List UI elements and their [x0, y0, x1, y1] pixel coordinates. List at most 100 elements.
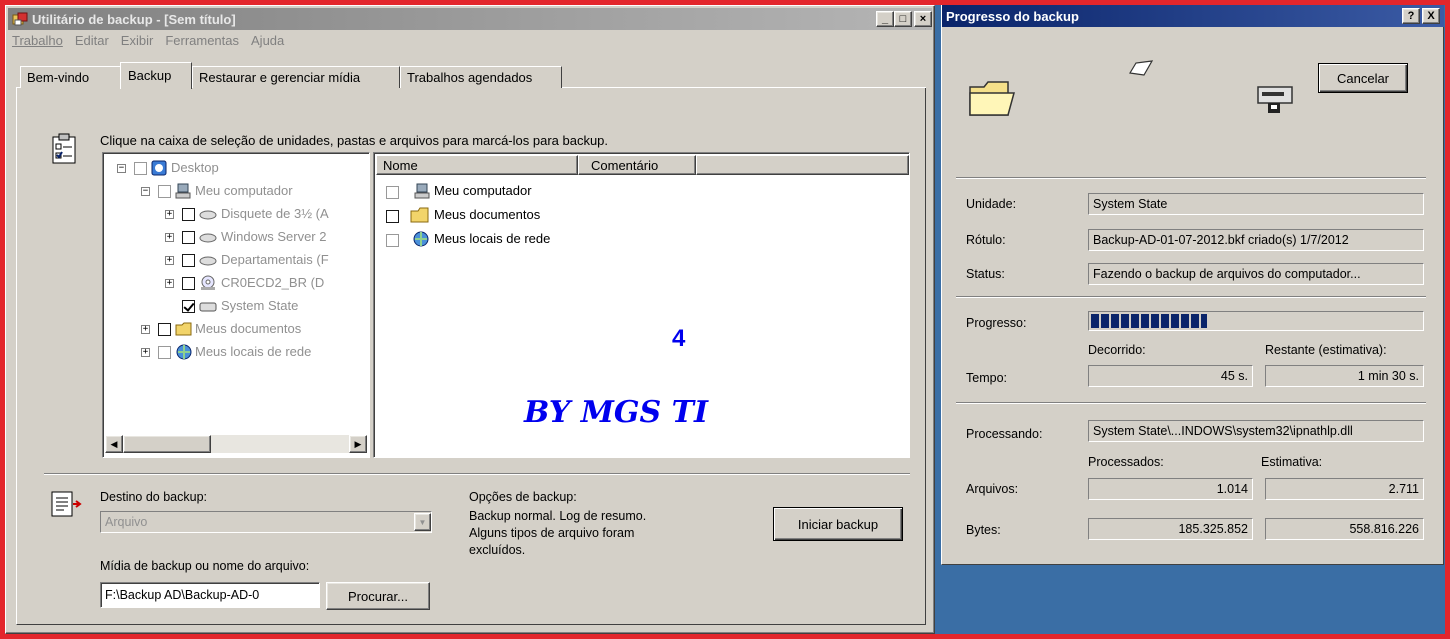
tab-restaurar[interactable]: Restaurar e gerenciar mídia: [192, 66, 400, 88]
tree-checkbox[interactable]: [134, 162, 147, 175]
backup-checklist-icon: [50, 133, 78, 168]
folder-tree-pane[interactable]: − Desktop − Meu computador + Disquete de…: [102, 152, 370, 458]
file-list-pane[interactable]: Nome Comentário Meu computador Meus docu…: [373, 152, 910, 458]
options-text-line2: Alguns tipos de arquivo foram: [469, 526, 635, 540]
tree-checkbox[interactable]: [158, 185, 171, 198]
browse-button[interactable]: Procurar...: [326, 582, 430, 610]
list-checkbox[interactable]: [386, 234, 399, 247]
tree-expander[interactable]: +: [165, 256, 174, 265]
menu-ajuda[interactable]: Ajuda: [251, 33, 284, 53]
tree-expander[interactable]: +: [165, 210, 174, 219]
close-button[interactable]: ×: [914, 11, 932, 27]
tree-checkbox[interactable]: [158, 323, 171, 336]
progress-window-title: Progresso do backup: [946, 8, 1079, 24]
bytes-estimate-field: 558.816.226: [1265, 518, 1424, 540]
processing-field: System State\...INDOWS\system32\ipnathlp…: [1088, 420, 1424, 442]
tree-horizontal-scrollbar[interactable]: ◀ ▶: [105, 435, 367, 453]
tree-item-meu-computador[interactable]: Meu computador: [195, 183, 293, 198]
cancel-button[interactable]: Cancelar: [1318, 63, 1408, 93]
tab-trabalhos-agendados[interactable]: Trabalhos agendados: [400, 66, 562, 88]
tab-backup-label: Backup: [128, 68, 172, 83]
column-header-filler: [696, 155, 909, 175]
menu-exibir[interactable]: Exibir: [121, 33, 154, 53]
tree-item-meus-documentos[interactable]: Meus documentos: [195, 321, 301, 336]
column-header-comentario[interactable]: Comentário: [578, 155, 696, 175]
tab-backup[interactable]: Backup: [120, 62, 192, 89]
files-processed-field: 1.014: [1088, 478, 1253, 500]
bytes-processed-field: 185.325.852: [1088, 518, 1253, 540]
tree-checkbox[interactable]: [182, 277, 195, 290]
documents-folder-icon: [410, 206, 430, 227]
floppy-drive-icon: [199, 209, 217, 224]
tree-item-disquete[interactable]: Disquete de 3½ (A: [221, 206, 329, 221]
tab-bem-vindo[interactable]: Bem-vindo: [20, 66, 122, 88]
menu-ferramentas[interactable]: Ferramentas: [165, 33, 239, 53]
tab-trabalhos-label: Trabalhos agendados: [407, 70, 533, 85]
desktop-background: [941, 566, 1444, 634]
tree-checkbox[interactable]: [158, 346, 171, 359]
progress-title-bar[interactable]: Progresso do backup ? X: [942, 5, 1444, 27]
tree-expander[interactable]: +: [141, 348, 150, 357]
files-estimate-field: 2.711: [1265, 478, 1424, 500]
menu-bar: Trabalho Editar Exibir Ferramentas Ajuda: [12, 33, 284, 53]
column-header-nome[interactable]: Nome: [376, 155, 578, 175]
network-icon: [175, 344, 193, 363]
tree-expander[interactable]: −: [141, 187, 150, 196]
scroll-thumb[interactable]: [123, 435, 211, 453]
status-field: Fazendo o backup de arquivos do computad…: [1088, 263, 1424, 285]
start-backup-label: Iniciar backup: [797, 516, 879, 532]
backup-app-icon: [12, 11, 28, 27]
tree-expander[interactable]: +: [165, 279, 174, 288]
list-checkbox[interactable]: [386, 210, 399, 223]
tree-expander[interactable]: +: [165, 233, 174, 242]
media-input[interactable]: F:\Backup AD\Backup-AD-0: [100, 582, 320, 608]
tree-item-windows-server[interactable]: Windows Server 2: [221, 229, 326, 244]
cancel-label: Cancelar: [1336, 70, 1390, 86]
elapsed-field: 45 s.: [1088, 365, 1253, 387]
progress-label: Progresso:: [966, 316, 1027, 330]
drive-label: Unidade:: [966, 197, 1017, 211]
instruction-text: Clique na caixa de seleção de unidades, …: [100, 133, 609, 148]
time-label: Tempo:: [966, 371, 1007, 385]
help-button[interactable]: ?: [1402, 8, 1420, 24]
column-comentario-label: Comentário: [591, 158, 659, 173]
minimize-button[interactable]: _: [876, 11, 894, 27]
tree-checkbox[interactable]: [182, 231, 195, 244]
tree-checkbox-system-state[interactable]: [182, 300, 195, 313]
files-label: Arquivos:: [966, 482, 1019, 496]
system-state-icon: [199, 301, 217, 316]
menu-trabalho[interactable]: Trabalho: [12, 33, 63, 53]
start-backup-button[interactable]: Iniciar backup: [773, 507, 903, 541]
tree-checkbox[interactable]: [182, 208, 195, 221]
tree-item-desktop[interactable]: Desktop: [171, 160, 219, 175]
flying-paper-icon: [1128, 59, 1154, 82]
tree-checkbox[interactable]: [182, 254, 195, 267]
scroll-left-button[interactable]: ◀: [105, 435, 123, 453]
remaining-field: 1 min 30 s.: [1265, 365, 1424, 387]
menu-editar[interactable]: Editar: [75, 33, 109, 53]
tree-item-meus-locais-de-rede[interactable]: Meus locais de rede: [195, 344, 311, 359]
tab-bem-vindo-label: Bem-vindo: [27, 70, 90, 85]
backup-utility-window: Utilitário de backup - [Sem título] _ □ …: [5, 5, 935, 634]
close-button[interactable]: X: [1422, 8, 1440, 24]
progress-separator: [956, 177, 1426, 179]
scroll-right-button[interactable]: ▶: [349, 435, 367, 453]
tree-expander[interactable]: −: [117, 164, 126, 173]
tree-item-departamentais[interactable]: Departamentais (F: [221, 252, 329, 267]
list-item-meu-computador[interactable]: Meu computador: [434, 183, 532, 198]
tree-item-cdrom[interactable]: CR0ECD2_BR (D: [221, 275, 324, 290]
tree-expander[interactable]: +: [141, 325, 150, 334]
media-value: F:\Backup AD\Backup-AD-0: [105, 588, 260, 602]
backup-title-bar[interactable]: Utilitário de backup - [Sem título] _ □ …: [8, 8, 932, 30]
cd-drive-icon: [199, 275, 217, 294]
media-label: Mídia de backup ou nome do arquivo:: [100, 559, 310, 573]
progress-bar-fill: [1091, 314, 1207, 328]
column-nome-label: Nome: [383, 158, 418, 173]
list-checkbox[interactable]: [386, 186, 399, 199]
tree-item-system-state[interactable]: System State: [221, 298, 298, 313]
maximize-button[interactable]: □: [894, 11, 912, 27]
destination-select[interactable]: Arquivo ▼: [100, 511, 432, 533]
list-item-meus-locais-de-rede[interactable]: Meus locais de rede: [434, 231, 550, 246]
list-item-meus-documentos[interactable]: Meus documentos: [434, 207, 540, 222]
chevron-down-icon[interactable]: ▼: [414, 513, 431, 531]
